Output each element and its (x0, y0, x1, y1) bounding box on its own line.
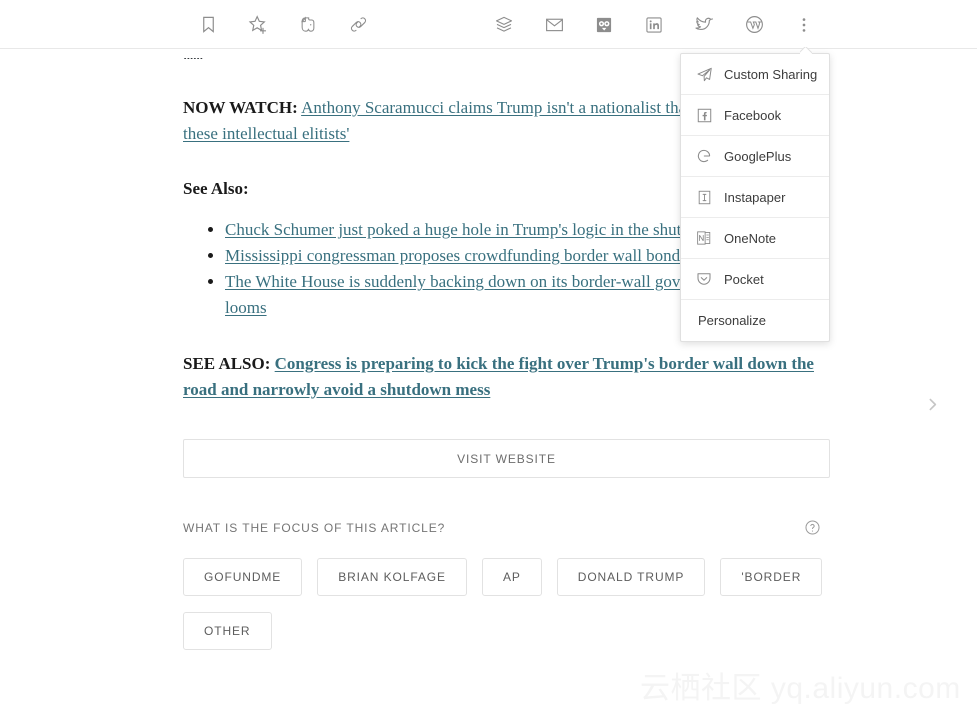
menu-item-custom-sharing[interactable]: Custom Sharing (681, 54, 829, 95)
menu-caret (800, 47, 812, 54)
menu-item-personalize[interactable]: Personalize (681, 300, 829, 341)
more-options-icon[interactable] (788, 9, 820, 41)
focus-section-title: WHAT IS THE FOCUS OF THIS ARTICLE? (183, 520, 446, 535)
onenote-icon (694, 228, 714, 248)
see-also-link[interactable]: Congress is preparing to kick the fight … (183, 354, 814, 399)
menu-item-pocket[interactable]: Pocket (681, 259, 829, 300)
hootsuite-icon[interactable] (588, 9, 620, 41)
instapaper-icon (694, 187, 714, 207)
twitter-icon[interactable] (688, 9, 720, 41)
top-toolbar (0, 0, 977, 49)
focus-tag-list: GOFUNDME BRIAN KOLFAGE AP DONALD TRUMP '… (183, 558, 863, 650)
help-circle-icon[interactable] (804, 519, 821, 536)
share-dropdown-menu: Custom Sharing Facebook GooglePlus Insta… (680, 53, 830, 342)
focus-tag-chip[interactable]: BRIAN KOLFAGE (317, 558, 467, 596)
bookmark-icon[interactable] (192, 9, 224, 41)
linkedin-icon[interactable] (638, 9, 670, 41)
focus-tag-chip[interactable]: DONALD TRUMP (556, 558, 706, 596)
toolbar-left-group (192, 0, 374, 49)
facebook-icon (694, 105, 714, 125)
see-also-label: SEE ALSO: (183, 354, 271, 373)
focus-tag-chip[interactable]: GOFUNDME (183, 558, 303, 596)
menu-item-label: Custom Sharing (724, 66, 818, 82)
article-body: ...... NOW WATCH: Anthony Scaramucci cla… (0, 49, 977, 715)
menu-item-facebook[interactable]: Facebook (681, 95, 829, 136)
email-icon[interactable] (538, 9, 570, 41)
see-also-paragraph: SEE ALSO: Congress is preparing to kick … (183, 351, 830, 403)
page-root: ...... NOW WATCH: Anthony Scaramucci cla… (0, 0, 977, 715)
menu-item-instapaper[interactable]: Instapaper (681, 177, 829, 218)
focus-tag-chip[interactable]: 'BORDER (720, 558, 823, 596)
favorite-star-icon[interactable] (242, 9, 274, 41)
toolbar-right-group (488, 0, 820, 49)
pocket-icon (694, 269, 714, 289)
menu-item-label: OneNote (724, 230, 777, 246)
evernote-icon[interactable] (292, 9, 324, 41)
menu-item-label: Pocket (724, 271, 764, 287)
visit-website-button[interactable]: VISIT WEBSITE (183, 439, 830, 478)
related-link[interactable]: Mississippi congressman proposes crowdfu… (225, 246, 690, 265)
paper-plane-icon (694, 64, 714, 84)
focus-tag-chip[interactable]: AP (481, 558, 542, 596)
next-article-button[interactable] (918, 390, 946, 418)
menu-item-label: Instapaper (724, 189, 786, 205)
menu-item-onenote[interactable]: OneNote (681, 218, 829, 259)
now-watch-label: NOW WATCH: (183, 98, 298, 117)
buffer-icon[interactable] (488, 9, 520, 41)
focus-tag-chip-other[interactable]: OTHER (183, 612, 272, 650)
menu-item-label: Personalize (698, 313, 766, 328)
copy-link-icon[interactable] (342, 9, 374, 41)
menu-item-label: Facebook (724, 107, 782, 123)
menu-item-label: GooglePlus (724, 148, 792, 164)
wordpress-icon[interactable] (738, 9, 770, 41)
menu-item-googleplus[interactable]: GooglePlus (681, 136, 829, 177)
googleplus-icon (694, 146, 714, 166)
focus-section-header: WHAT IS THE FOCUS OF THIS ARTICLE? (183, 519, 830, 536)
related-link[interactable]: Chuck Schumer just poked a huge hole in … (225, 220, 756, 239)
